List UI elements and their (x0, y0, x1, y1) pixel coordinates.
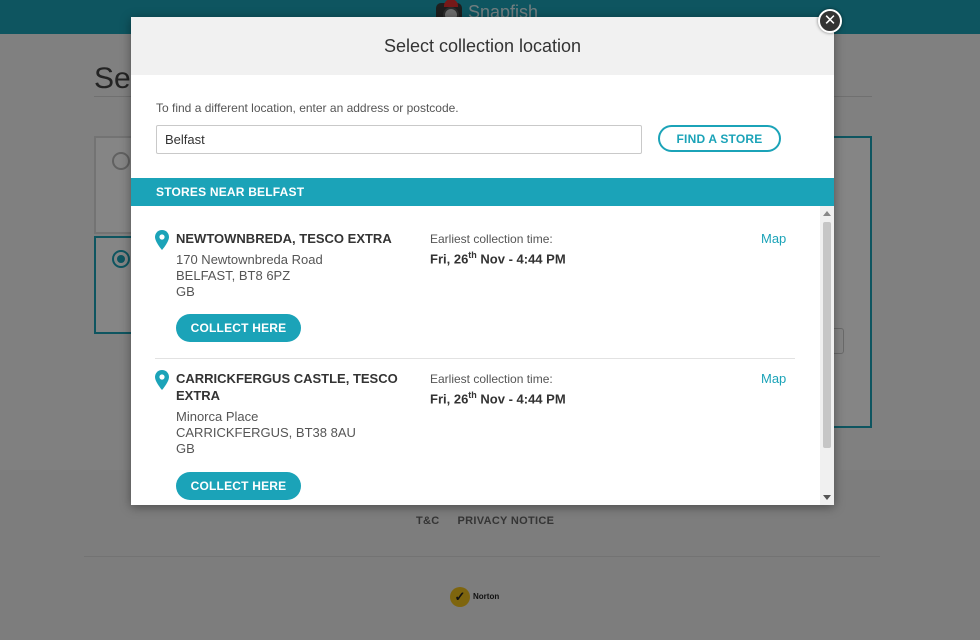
location-search-input[interactable] (156, 125, 642, 154)
store-country: GB (176, 441, 195, 456)
collect-here-button[interactable]: COLLECT HERE (176, 472, 301, 500)
collection-time: Nov - 4:44 PM (476, 251, 566, 267)
collection-location-dialog: Select collection location To find a dif… (131, 17, 834, 505)
collection-day: Fri, 26 (430, 391, 469, 407)
collection-time-label: Earliest collection time: (430, 232, 553, 246)
stores-heading: STORES NEAR BELFAST (131, 178, 834, 206)
map-link[interactable]: Map (761, 371, 786, 386)
scroll-up-arrow-icon[interactable] (823, 211, 831, 216)
map-link[interactable]: Map (761, 231, 786, 246)
store-country: GB (176, 284, 195, 299)
close-icon[interactable]: ✕ (818, 9, 842, 33)
store-address-line1: Minorca Place (176, 409, 259, 424)
dialog-header: Select collection location (131, 17, 834, 75)
store-list-scrollbar[interactable] (820, 206, 834, 505)
store-name: CARRICKFERGUS CASTLE, TESCO EXTRA (176, 371, 398, 403)
scroll-thumb[interactable] (823, 222, 831, 448)
day-suffix: th (468, 390, 477, 400)
collection-day: Fri, 26 (430, 251, 469, 267)
find-store-button[interactable]: FIND A STORE (658, 125, 781, 152)
collection-time-label: Earliest collection time: (430, 372, 553, 386)
store-name: NEWTOWNBREDA, TESCO EXTRA (176, 231, 392, 246)
store-item: CARRICKFERGUS CASTLE, TESCO EXTRA Minorc… (131, 358, 821, 505)
store-address-line1: 170 Newtownbreda Road (176, 252, 323, 267)
scroll-down-arrow-icon[interactable] (823, 495, 831, 500)
store-list[interactable]: NEWTOWNBREDA, TESCO EXTRA 170 Newtownbre… (131, 206, 834, 505)
collect-here-button[interactable]: COLLECT HERE (176, 314, 301, 342)
collection-time-value: Fri, 26th Nov - 4:44 PM (430, 250, 566, 266)
location-pin-icon (155, 370, 169, 390)
location-pin-icon (155, 230, 169, 250)
search-section: To find a different location, enter an a… (131, 75, 834, 178)
day-suffix: th (468, 250, 477, 260)
store-address-line2: BELFAST, BT8 6PZ (176, 268, 291, 283)
collection-time-value: Fri, 26th Nov - 4:44 PM (430, 390, 566, 406)
store-address-line2: CARRICKFERGUS, BT38 8AU (176, 425, 356, 440)
search-hint: To find a different location, enter an a… (156, 101, 459, 115)
collection-time: Nov - 4:44 PM (476, 391, 566, 407)
dialog-title: Select collection location (383, 35, 582, 56)
store-item: NEWTOWNBREDA, TESCO EXTRA 170 Newtownbre… (131, 206, 821, 358)
